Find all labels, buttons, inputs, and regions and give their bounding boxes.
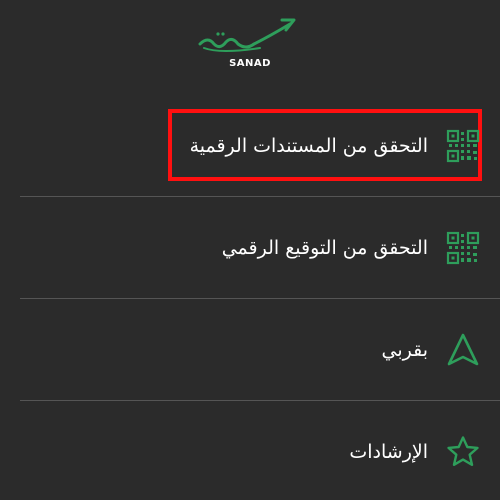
menu-item-verify-signature[interactable]: التحقق من التوقيع الرقمي [20,197,500,299]
menu-item-guidelines[interactable]: الإرشادات [20,401,500,500]
main-menu: التحقق من المستندات الرقمية التحقق من ال… [20,95,500,500]
menu-item-verify-documents[interactable]: التحقق من المستندات الرقمية [20,95,500,197]
menu-item-label: التحقق من التوقيع الرقمي [221,236,428,259]
star-icon [446,435,480,469]
logo-text: SANAD [229,58,271,69]
qr-code-icon [446,231,480,265]
sanad-logo: SANAD [190,14,310,74]
sanad-logo-mark [198,18,296,52]
navigation-arrow-icon [446,333,480,367]
app-screen: SANAD التحقق من المستندات الرقمية التحقق… [0,0,500,500]
menu-item-label: بقربي [381,338,428,361]
menu-item-nearby[interactable]: بقربي [20,299,500,401]
qr-code-icon [446,129,480,163]
menu-item-label: الإرشادات [349,441,428,463]
menu-item-label: التحقق من المستندات الرقمية [189,134,428,157]
